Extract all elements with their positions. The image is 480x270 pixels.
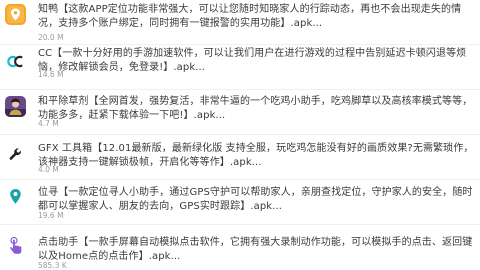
list-item[interactable]: 位寻【一款定位寻人小助手，通过GPS守护可以帮助家人，亲朋查找定位，守护家人的安… [0,180,480,225]
file-size: 4.7 M [38,119,59,128]
map-pin-icon [5,4,26,25]
list-item[interactable]: 和平除草剂【全网首发，强势复活，非常牛逼的一个吃鸡小助手，吃鸡脚草以及高核率模式… [0,90,480,135]
app-title[interactable]: 位寻【一款定位寻人小助手，通过GPS守护可以帮助家人，亲朋查找定位，守护家人的安… [38,186,478,214]
app-title[interactable]: GFX 工具箱【12.01最新版，最新绿化版 支持全服，玩吃鸡怎能没有好的画质效… [38,142,478,170]
tap-hand-icon [5,235,26,256]
list-item[interactable]: 知鸭【这款APP定位功能非常强大，可以让您随时知晓家人的行踪动态，再也不会出现走… [0,0,480,45]
wrench-icon [5,144,26,165]
file-size: 20.0 M [38,33,64,42]
game-avatar-icon [5,96,26,117]
file-size: 4.0 M [38,165,59,174]
app-title[interactable]: CC【一款十分好用的手游加速软件，可以让我们用户在进行游戏的过程中告别延迟卡顿闪… [38,47,478,75]
app-download-list: 知鸭【这款APP定位功能非常强大，可以让您随时知晓家人的行踪动态，再也不会出现走… [0,0,480,270]
file-size: 585.3 K [38,261,67,270]
app-title[interactable]: 和平除草剂【全网首发，强势复活，非常牛逼的一个吃鸡小助手，吃鸡脚草以及高核率模式… [38,95,478,123]
file-size: 19.6 M [38,211,64,220]
cc-logo-icon [5,51,26,72]
app-title[interactable]: 点击助手【一款手屏幕自动模拟点击软件，它拥有强大录制动作功能，可以模拟手的点击、… [38,236,478,264]
location-pin-icon [5,186,26,207]
list-item[interactable]: 点击助手【一款手屏幕自动模拟点击软件，它拥有强大录制动作功能，可以模拟手的点击、… [0,225,480,270]
list-item[interactable]: GFX 工具箱【12.01最新版，最新绿化版 支持全服，玩吃鸡怎能没有好的画质效… [0,135,480,180]
app-title[interactable]: 知鸭【这款APP定位功能非常强大，可以让您随时知晓家人的行踪动态，再也不会出现走… [38,3,478,31]
file-size: 14.6 M [38,70,64,79]
list-item[interactable]: CC【一款十分好用的手游加速软件，可以让我们用户在进行游戏的过程中告别延迟卡顿闪… [0,45,480,90]
